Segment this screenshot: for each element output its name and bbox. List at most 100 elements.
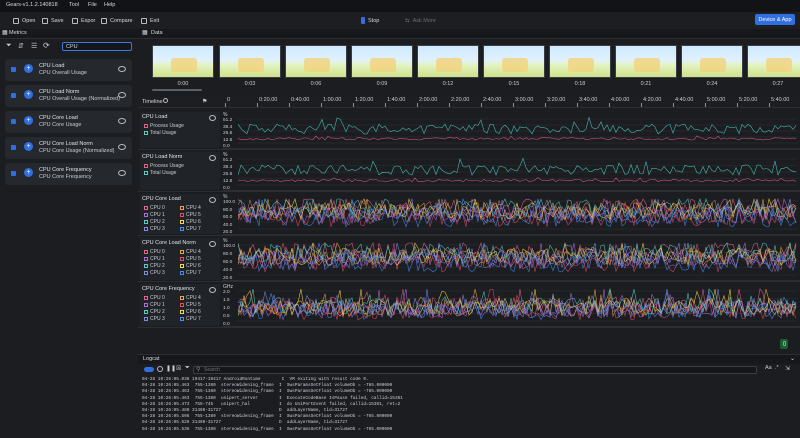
- thumbnail[interactable]: [152, 45, 214, 78]
- refresh-icon[interactable]: ⟳: [43, 41, 50, 50]
- legend-item[interactable]: CPU 4: [180, 205, 201, 211]
- legend-item[interactable]: CPU 7: [180, 226, 201, 232]
- thumbnail[interactable]: [483, 45, 545, 78]
- eye-icon[interactable]: [118, 118, 126, 124]
- filter-icon[interactable]: ⏷: [185, 365, 190, 372]
- record-icon[interactable]: [157, 366, 163, 372]
- thumbnail[interactable]: [351, 45, 413, 78]
- pause-icon[interactable]: ❚❚: [166, 365, 176, 372]
- metric-card-cpu-core-load[interactable]: + CPU Core Load CPU Core Usage: [5, 111, 132, 133]
- legend-item[interactable]: Process Usage: [144, 123, 184, 129]
- eye-icon[interactable]: [118, 92, 126, 98]
- legend-item[interactable]: CPU 0: [144, 205, 165, 211]
- legend-item[interactable]: CPU 2: [144, 263, 165, 269]
- checkbox[interactable]: [11, 93, 16, 98]
- add-icon[interactable]: +: [24, 142, 33, 151]
- eye-icon[interactable]: [118, 144, 126, 150]
- chart-plot[interactable]: % 51.2 38.4 25.6 12.8 0.0: [222, 112, 800, 149]
- legend-item[interactable]: CPU 5: [180, 302, 201, 308]
- export-button[interactable]: Expor: [72, 16, 95, 25]
- legend-item[interactable]: CPU 0: [144, 295, 165, 301]
- eye-icon[interactable]: [209, 241, 216, 247]
- eye-icon[interactable]: [209, 197, 216, 203]
- add-icon[interactable]: +: [24, 64, 33, 73]
- menu-tool[interactable]: Tool: [69, 2, 79, 8]
- legend-item[interactable]: CPU 7: [180, 316, 201, 322]
- metric-card-cpu-load[interactable]: + CPU Load CPU Overall Usage: [5, 59, 132, 81]
- legend-item[interactable]: CPU 3: [144, 226, 165, 232]
- legend-item[interactable]: CPU 6: [180, 219, 201, 225]
- chart-plot[interactable]: % 51.2 38.4 25.6 12.8 0.0: [222, 152, 800, 191]
- checkbox[interactable]: [11, 171, 16, 176]
- legend-item[interactable]: CPU 6: [180, 309, 201, 315]
- metric-card-cpu-load-norm[interactable]: + CPU Load Norm CPU Overall Usage (Norma…: [5, 85, 132, 107]
- expand-icon[interactable]: ⇲: [785, 365, 790, 372]
- thumbnail[interactable]: [747, 45, 800, 78]
- clear-icon[interactable]: ☒: [176, 365, 181, 372]
- metrics-search-input[interactable]: [62, 42, 132, 51]
- legend-item[interactable]: CPU 5: [180, 256, 201, 262]
- match-case-icon[interactable]: Aa: [765, 365, 772, 371]
- chart-plot[interactable]: GHz 2.0 1.5 1.0 0.5 0.0: [222, 284, 800, 327]
- eye-icon[interactable]: [209, 115, 216, 121]
- legend-item[interactable]: CPU 2: [144, 309, 165, 315]
- thumbnail[interactable]: [417, 45, 479, 78]
- collapse-icon[interactable]: ⌄: [790, 355, 795, 362]
- legend-item[interactable]: CPU 5: [180, 212, 201, 218]
- menu-file[interactable]: File: [88, 2, 97, 8]
- eye-icon[interactable]: [118, 66, 126, 72]
- checkbox[interactable]: [11, 119, 16, 124]
- add-icon[interactable]: +: [24, 90, 33, 99]
- eye-icon[interactable]: [118, 170, 126, 176]
- legend-item[interactable]: Process Usage: [144, 163, 184, 169]
- legend-item[interactable]: CPU 3: [144, 270, 165, 276]
- compare-button[interactable]: Compare: [101, 16, 133, 25]
- sort-icon[interactable]: ⇵: [18, 42, 24, 50]
- legend-item[interactable]: CPU 6: [180, 263, 201, 269]
- chart-plot[interactable]: % 100.0 80.0 60.0 40.0 20.0: [222, 238, 800, 281]
- regex-icon[interactable]: .*: [775, 365, 779, 371]
- legend-item[interactable]: CPU 7: [180, 270, 201, 276]
- phone-icon[interactable]: [780, 339, 788, 349]
- tag-icon[interactable]: ⚑: [202, 98, 207, 105]
- metric-card-cpu-core-load-norm[interactable]: + CPU Core Load Norm CPU Core Usage (Nor…: [5, 137, 132, 159]
- stop-button[interactable]: Stop: [361, 16, 379, 25]
- legend-item[interactable]: CPU 2: [144, 219, 165, 225]
- logcat-search-input[interactable]: [193, 366, 757, 374]
- legend-item[interactable]: Total Usage: [144, 170, 176, 176]
- ask-more-button[interactable]: ⇆ Ask More: [405, 16, 436, 25]
- open-button[interactable]: Open: [13, 16, 35, 25]
- legend-item[interactable]: CPU 4: [180, 295, 201, 301]
- thumbnail[interactable]: [285, 45, 347, 78]
- legend-item[interactable]: CPU 3: [144, 316, 165, 322]
- metric-card-cpu-core-frequency[interactable]: + CPU Core Frequency CPU Core Frequency: [5, 163, 132, 185]
- thumbnail[interactable]: [549, 45, 611, 78]
- save-button[interactable]: Save: [42, 16, 64, 25]
- legend-item[interactable]: Total Usage: [144, 130, 176, 136]
- menu-help[interactable]: Help: [104, 2, 115, 8]
- chart-plot[interactable]: % 100.0 80.0 60.0 40.0 20.0: [222, 194, 800, 235]
- eye-icon[interactable]: [209, 287, 216, 293]
- checkbox[interactable]: [11, 145, 16, 150]
- info-icon[interactable]: [163, 98, 168, 103]
- legend-item[interactable]: CPU 0: [144, 249, 165, 255]
- filter-icon[interactable]: ⏷: [6, 42, 12, 50]
- legend-item[interactable]: CPU 1: [144, 212, 165, 218]
- legend-item[interactable]: CPU 1: [144, 256, 165, 262]
- panel-icon: ▦: [2, 30, 8, 36]
- thumbnail-scrollbar[interactable]: [152, 89, 202, 91]
- checkbox[interactable]: [11, 67, 16, 72]
- thumbnail[interactable]: [219, 45, 281, 78]
- exit-button[interactable]: Exit: [141, 16, 159, 25]
- thumbnail[interactable]: [615, 45, 677, 78]
- add-icon[interactable]: +: [24, 116, 33, 125]
- device-app-button[interactable]: Device & App: [755, 14, 795, 25]
- eye-icon[interactable]: [209, 155, 216, 161]
- autoscroll-toggle[interactable]: [144, 367, 154, 372]
- add-icon[interactable]: +: [24, 168, 33, 177]
- thumbnail[interactable]: [681, 45, 743, 78]
- timeline-tick-label: 1:00.00: [323, 97, 342, 103]
- list-icon[interactable]: ☰: [31, 42, 37, 50]
- legend-item[interactable]: CPU 1: [144, 302, 165, 308]
- legend-item[interactable]: CPU 4: [180, 249, 201, 255]
